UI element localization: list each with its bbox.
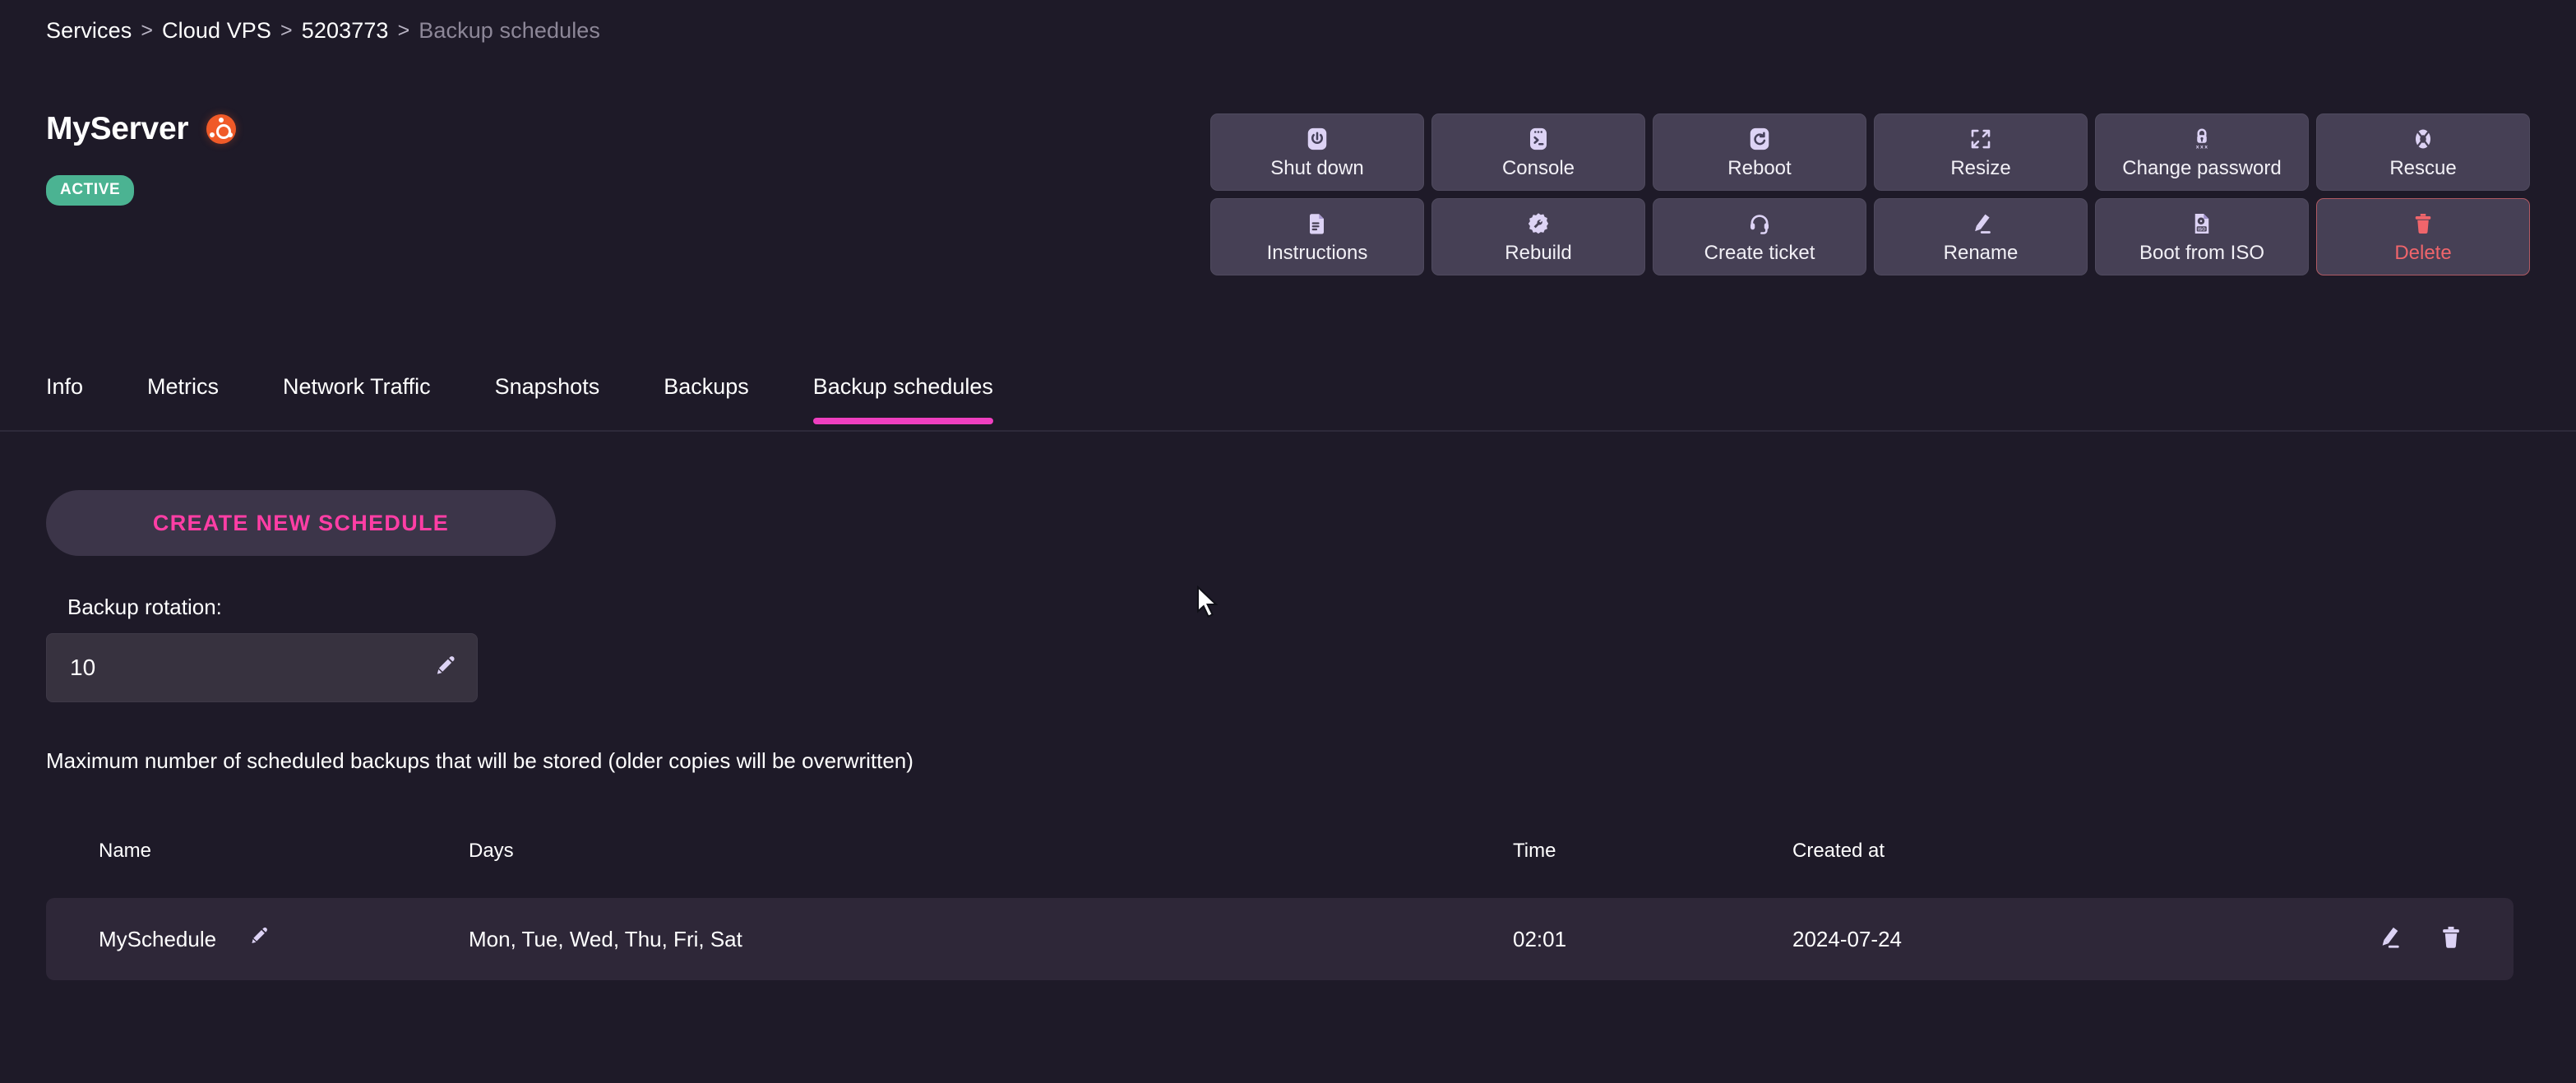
rename-button[interactable]: Rename (1874, 198, 2088, 275)
resize-button[interactable]: Resize (1874, 113, 2088, 191)
lifebuoy-icon (2411, 127, 2435, 151)
backup-schedules-table: Name Days Time Created at MySchedule Mon… (46, 822, 2514, 980)
ubuntu-logo-icon (206, 114, 237, 144)
console-button[interactable]: Console (1431, 113, 1645, 191)
rescue-button[interactable]: Rescue (2316, 113, 2530, 191)
svg-text:ISO: ISO (2198, 227, 2206, 232)
column-header-days: Days (469, 840, 514, 862)
tab-backup-schedules[interactable]: Backup schedules (812, 374, 994, 424)
svg-text:x: x (2204, 144, 2208, 150)
table-header-row: Name Days Time Created at (46, 822, 2514, 880)
breadcrumb-separator: > (280, 19, 293, 42)
mouse-cursor (1196, 585, 1219, 622)
tab-network-traffic[interactable]: Network Traffic (283, 374, 431, 424)
trash-icon (2411, 211, 2435, 236)
delete-button[interactable]: Delete (2316, 198, 2530, 275)
tab-snapshots[interactable]: Snapshots (495, 374, 600, 424)
tab-bar: Info Metrics Network Traffic Snapshots B… (0, 374, 2576, 432)
reboot-label: Reboot (1727, 156, 1792, 179)
instructions-button[interactable]: Instructions (1210, 198, 1424, 275)
document-icon (1305, 211, 1330, 236)
reboot-button[interactable]: Reboot (1653, 113, 1866, 191)
backup-rotation-input[interactable]: 10 (46, 633, 478, 702)
headset-icon (1747, 211, 1772, 236)
edit-schedule-icon[interactable] (2375, 924, 2402, 955)
boot-from-iso-label: Boot from ISO (2139, 241, 2265, 264)
breadcrumb-item-service-id[interactable]: 5203773 (302, 18, 389, 44)
breadcrumb-separator: > (397, 19, 410, 42)
table-row[interactable]: MySchedule Mon, Tue, Wed, Thu, Fri, Sat … (46, 898, 2514, 980)
rebuild-label: Rebuild (1505, 241, 1572, 264)
breadcrumb-item-services[interactable]: Services (46, 18, 132, 44)
breadcrumb-item-cloud-vps[interactable]: Cloud VPS (162, 18, 271, 44)
change-password-label: Change password (2122, 156, 2282, 179)
page-title: MyServer (46, 111, 189, 146)
power-icon (1305, 127, 1330, 151)
reboot-icon (1747, 127, 1772, 151)
server-action-grid: Shut down Console Reboot Resize xxx Chan… (1210, 113, 2530, 275)
column-header-time: Time (1513, 840, 1556, 862)
tab-metrics[interactable]: Metrics (147, 374, 219, 424)
breadcrumb-separator: > (141, 19, 154, 42)
column-header-name: Name (99, 840, 152, 862)
resize-label: Resize (1950, 156, 2011, 179)
server-title-row: MyServer (46, 111, 237, 147)
create-ticket-button[interactable]: Create ticket (1653, 198, 1866, 275)
console-label: Console (1501, 156, 1575, 179)
create-new-schedule-button[interactable]: CREATE NEW SCHEDULE (46, 490, 556, 556)
cell-days: Mon, Tue, Wed, Thu, Fri, Sat (469, 926, 742, 951)
cell-created-at: 2024-07-24 (1792, 926, 1902, 951)
rename-label: Rename (1943, 241, 2019, 264)
wrench-gear-icon (1526, 211, 1551, 236)
breadcrumb-item-current: Backup schedules (419, 18, 601, 43)
instructions-label: Instructions (1266, 241, 1368, 264)
cell-time: 02:01 (1513, 926, 1567, 951)
terminal-icon (1526, 127, 1551, 151)
boot-from-iso-button[interactable]: ISO Boot from ISO (2095, 198, 2309, 275)
svg-text:x: x (2196, 144, 2199, 150)
backup-rotation-value: 10 (70, 655, 96, 680)
shut-down-button[interactable]: Shut down (1210, 113, 1424, 191)
delete-schedule-icon[interactable] (2438, 924, 2464, 955)
change-password-button[interactable]: xxx Change password (2095, 113, 2309, 191)
cell-actions (2253, 924, 2514, 955)
lock-password-icon: xxx (2190, 127, 2214, 151)
cell-name: MySchedule (99, 926, 469, 952)
svg-text:x: x (2200, 144, 2204, 150)
create-ticket-label: Create ticket (1704, 241, 1815, 264)
tab-info[interactable]: Info (46, 374, 83, 424)
pencil-icon[interactable] (434, 655, 457, 682)
breadcrumb: Services > Cloud VPS > 5203773 > Backup … (46, 18, 600, 44)
tab-backups[interactable]: Backups (664, 374, 749, 424)
rebuild-button[interactable]: Rebuild (1431, 198, 1645, 275)
column-header-created-at: Created at (1792, 840, 1885, 862)
backup-rotation-label: Backup rotation: (67, 595, 222, 619)
delete-label: Delete (2394, 241, 2452, 264)
pencil-icon[interactable] (249, 926, 270, 952)
rescue-label: Rescue (2389, 156, 2457, 179)
status-badge: ACTIVE (46, 175, 135, 206)
iso-disc-icon: ISO (2190, 211, 2214, 236)
pencil-icon (1968, 211, 1993, 236)
backup-rotation-help-text: Maximum number of scheduled backups that… (46, 748, 913, 773)
shut-down-label: Shut down (1270, 156, 1364, 179)
expand-icon (1968, 127, 1993, 151)
schedule-name: MySchedule (99, 926, 217, 951)
